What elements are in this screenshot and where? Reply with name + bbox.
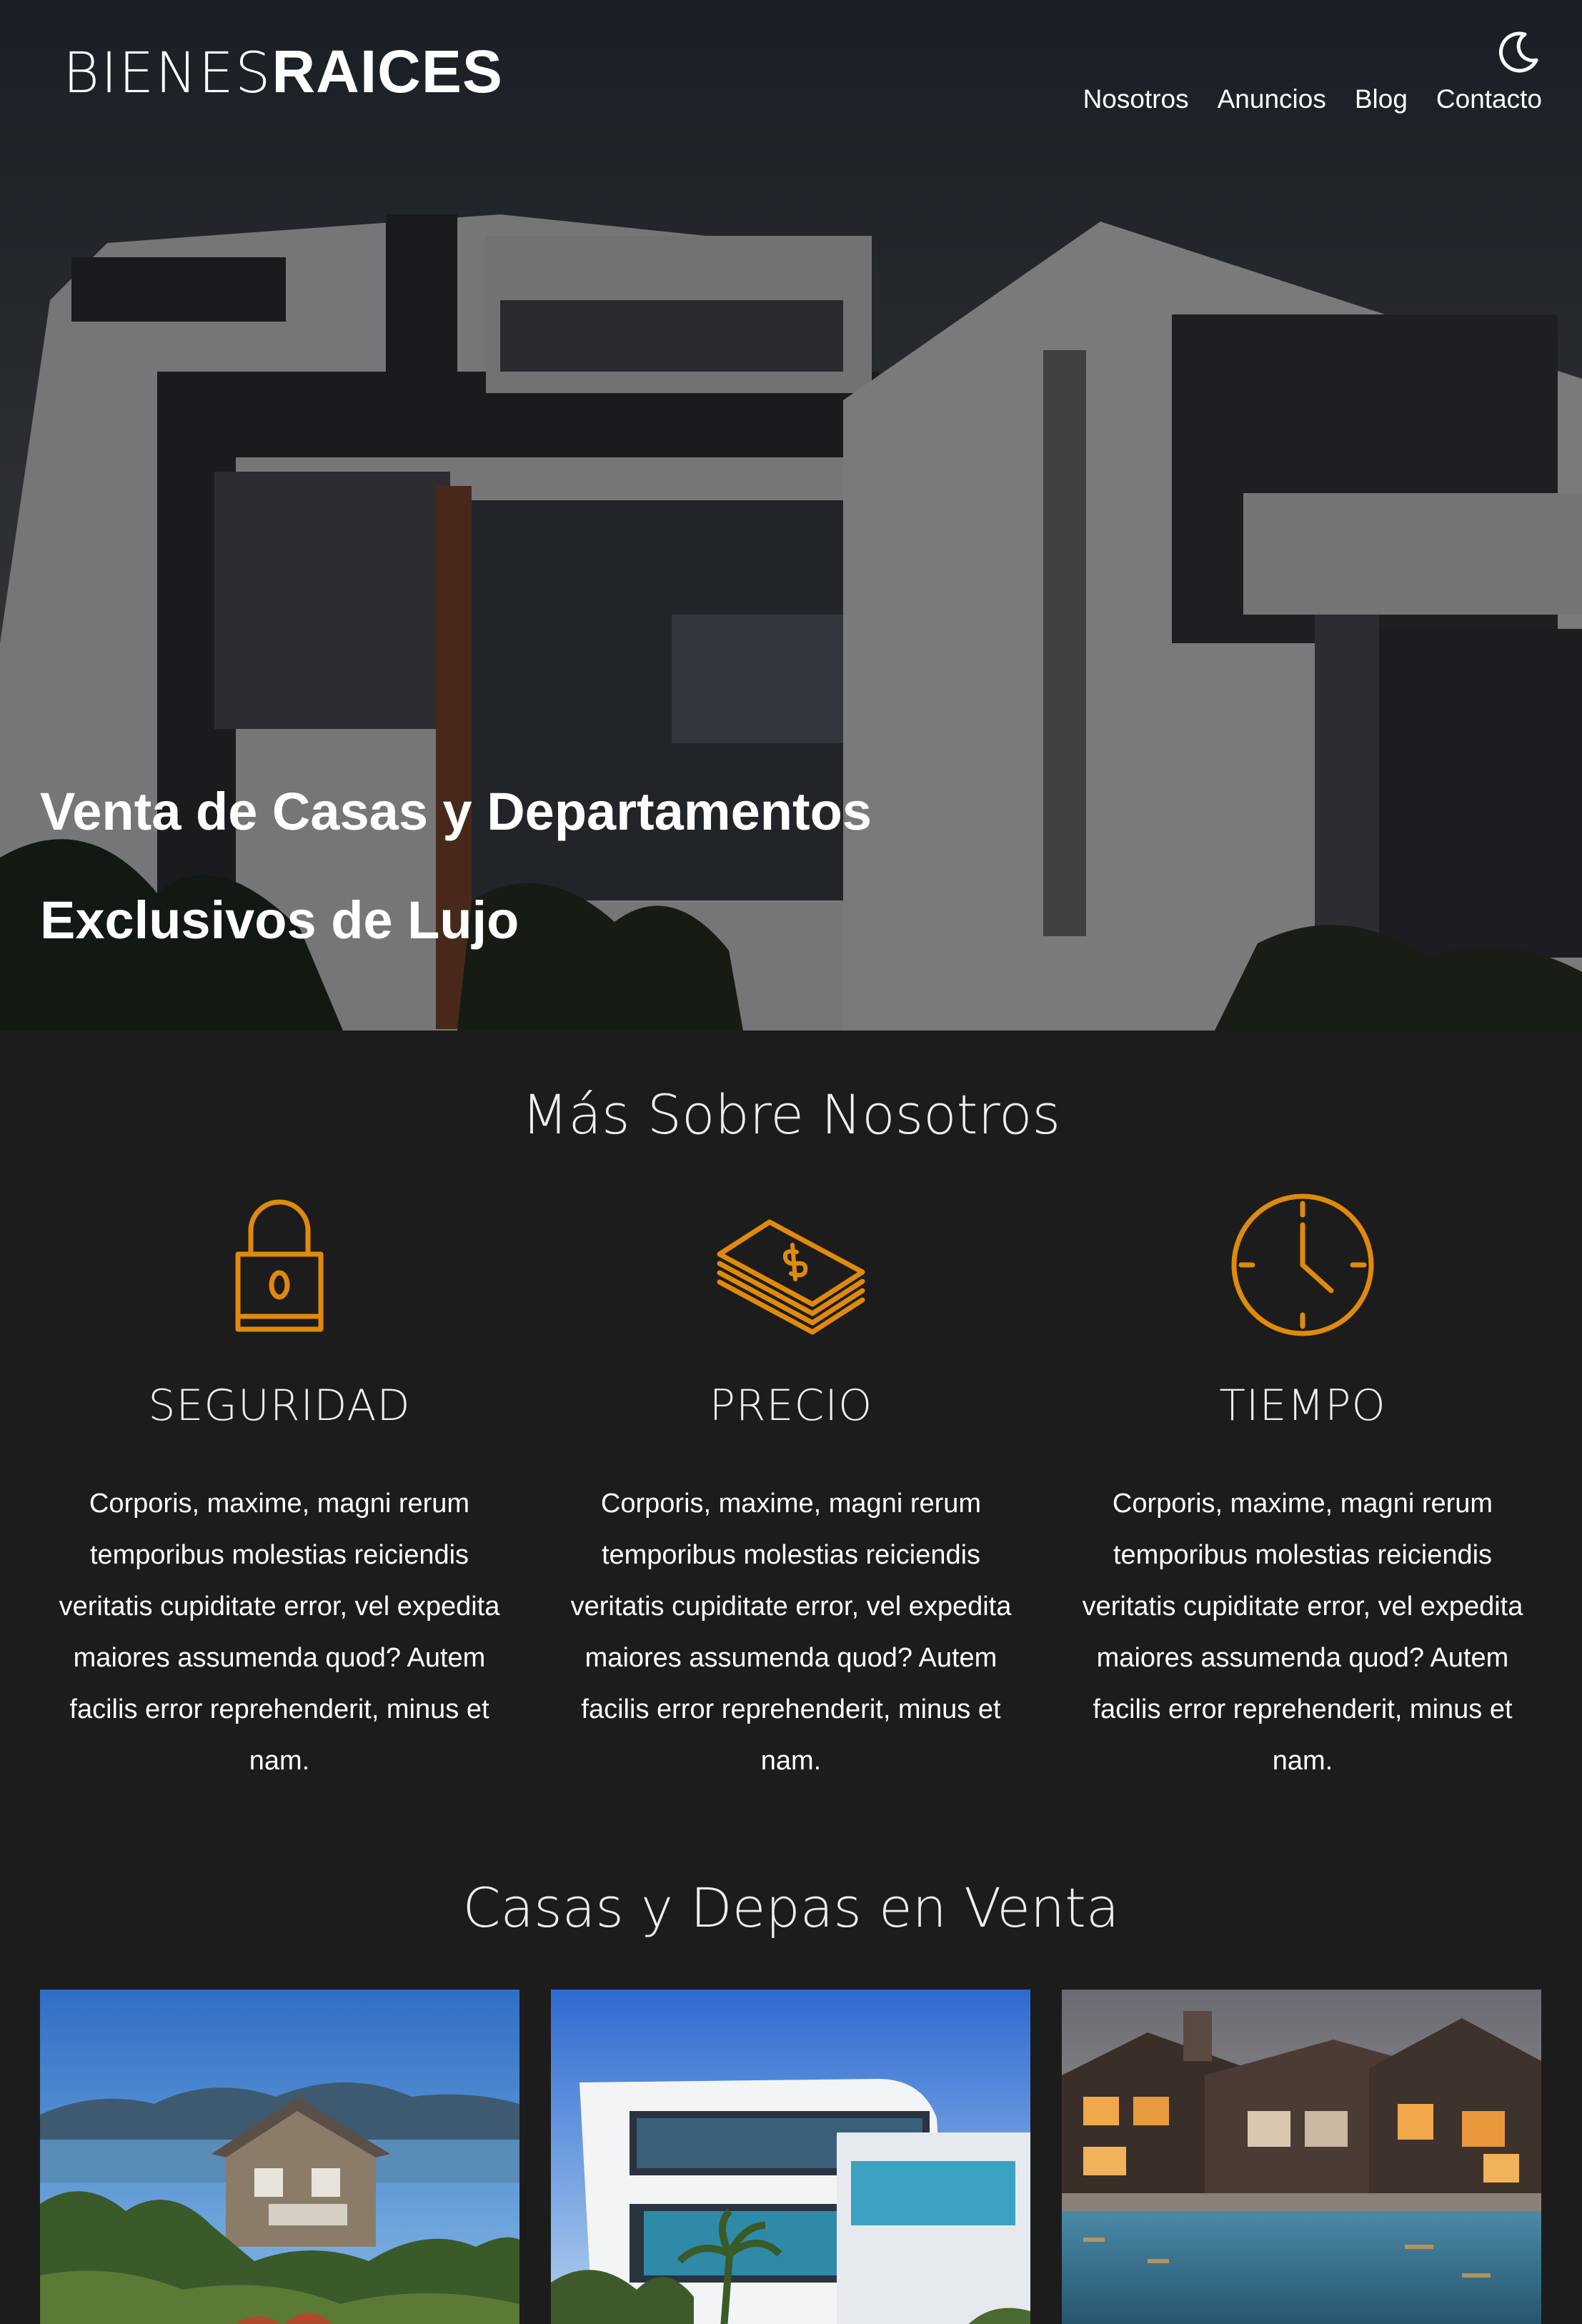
money-stack-icon: [717, 1219, 865, 1335]
hero-title-line1: Venta de Casas y Departamentos: [40, 782, 872, 841]
nav-link-nosotros[interactable]: Nosotros: [1083, 84, 1189, 114]
nav-link-blog[interactable]: Blog: [1355, 84, 1408, 114]
feature-tiempo: TIEMPO Corporis, maxime, magni rerum tem…: [1063, 1186, 1542, 1787]
lock-icon: [235, 1199, 324, 1332]
features-list: SEGURIDAD Corporis, maxime, magni rerum …: [40, 1186, 1542, 1787]
main-navigation: Nosotros Anuncios Blog Contacto: [1083, 84, 1542, 114]
logo-light-text: BIENES: [63, 41, 272, 106]
feature-title: SEGURIDAD: [148, 1381, 411, 1431]
listings-section-title: Casas y Depas en Venta: [462, 1876, 1120, 1940]
listing-card-1[interactable]: [40, 1990, 519, 2324]
feature-precio: PRECIO Corporis, maxime, magni rerum tem…: [552, 1186, 1030, 1787]
about-section-title: Más Sobre Nosotros: [521, 1083, 1061, 1146]
feature-title: PRECIO: [709, 1381, 873, 1431]
listing-photo[interactable]: [1062, 1990, 1541, 2324]
listing-photo[interactable]: [551, 1990, 1030, 2324]
feature-text: Corporis, maxime, magni rerum temporibus…: [1082, 1489, 1523, 1776]
feature-text: Corporis, maxime, magni rerum temporibus…: [570, 1489, 1012, 1776]
listing-photo[interactable]: [40, 1990, 519, 2324]
feature-seguridad: SEGURIDAD Corporis, maxime, magni rerum …: [40, 1186, 519, 1787]
moon-icon[interactable]: [1496, 29, 1542, 74]
logo-bold-text: RAICES: [272, 38, 503, 105]
hero-title-line2: Exclusivos de Lujo: [40, 890, 519, 950]
feature-title: TIEMPO: [1219, 1381, 1386, 1431]
hero-title: Venta de Casas y Departamentos Exclusivo…: [40, 758, 872, 975]
listings-grid: [40, 1990, 1542, 2324]
nav-link-anuncios[interactable]: Anuncios: [1218, 84, 1326, 114]
site-logo[interactable]: BIENESRAICES: [63, 37, 503, 106]
clock-icon: [1231, 1193, 1374, 1336]
nav-link-contacto[interactable]: Contacto: [1436, 84, 1542, 114]
listing-card-2[interactable]: [551, 1990, 1030, 2324]
feature-text: Corporis, maxime, magni rerum temporibus…: [59, 1489, 500, 1776]
listing-card-3[interactable]: [1062, 1990, 1541, 2324]
hero-header: BIENESRAICES Nosotros Anuncios Blog Cont…: [0, 0, 1582, 1031]
